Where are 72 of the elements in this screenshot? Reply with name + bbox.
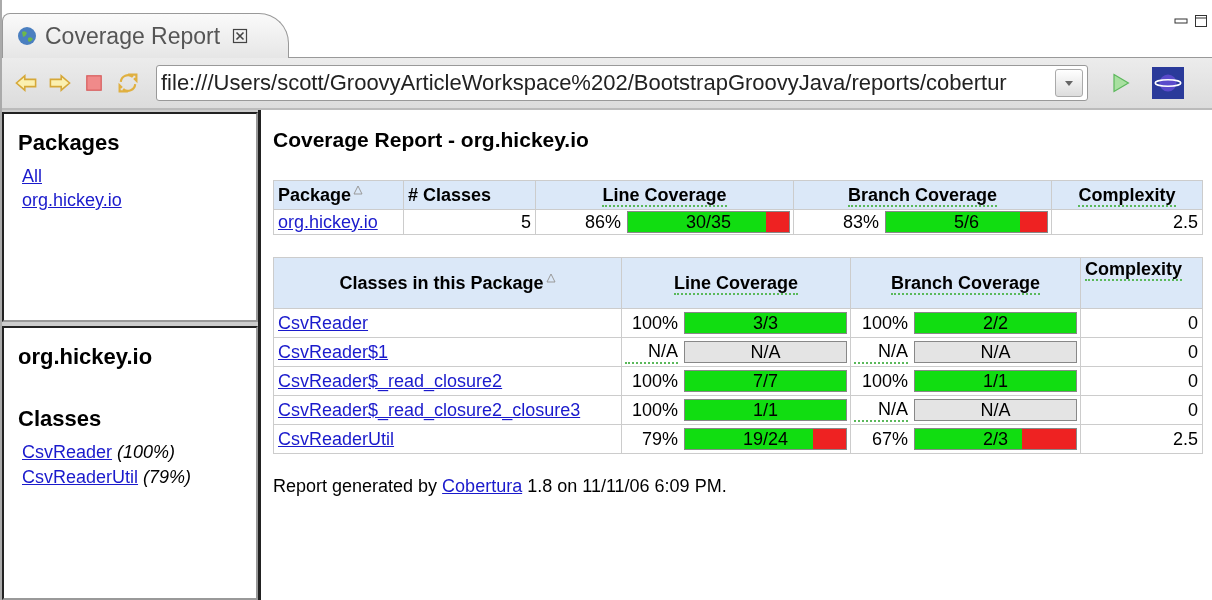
coverage-bar: 1/1	[684, 399, 847, 421]
coverage-percent: N/A	[625, 340, 678, 364]
class-link[interactable]: CsvReader	[22, 442, 113, 462]
url-field[interactable]: file:///Users/scott/GroovyArticleWorkspace%202/BootstrapGroovyJava/reports/cobertur	[156, 65, 1088, 101]
table-cell: 2.5	[1051, 209, 1203, 235]
class-link[interactable]: CsvReader	[278, 312, 369, 333]
coverage-bar: 5/6	[885, 211, 1048, 233]
table-cell: 0	[1080, 395, 1203, 425]
class-link[interactable]: CsvReaderUtil	[22, 467, 139, 487]
table-cell: 0	[1080, 366, 1203, 396]
column-header[interactable]: Line Coverage	[535, 180, 794, 210]
coverage-bar: 2/2	[914, 312, 1077, 334]
close-icon[interactable]	[232, 28, 249, 44]
coverage-percent: 83%	[841, 211, 879, 233]
coverage-bar: 30/35	[627, 211, 790, 233]
package-heading: org.hickey.io	[18, 344, 154, 370]
coverage-bar: N/A	[684, 341, 847, 363]
column-header[interactable]: Complexity	[1051, 180, 1203, 210]
coverage-percent: 100%	[630, 399, 678, 421]
orbit-icon[interactable]	[1152, 67, 1184, 99]
coverage-percent: N/A	[854, 398, 908, 422]
column-header[interactable]: Branch Coverage	[793, 180, 1052, 210]
table-cell: 0	[1080, 308, 1203, 338]
coverage-percent: 67%	[870, 428, 908, 450]
tab-title: Coverage Report	[45, 22, 221, 50]
forward-arrow-icon[interactable]	[48, 71, 72, 95]
report-title: Coverage Report - org.hickey.io	[273, 128, 590, 152]
column-header[interactable]: # Classes	[403, 180, 536, 210]
class-link[interactable]: CsvReader$1	[278, 341, 389, 362]
column-header[interactable]: Line Coverage	[621, 257, 851, 309]
footer-text: Report generated by	[273, 476, 438, 497]
coverage-bar: 1/1	[914, 370, 1077, 392]
table-cell: 5	[403, 209, 536, 235]
coverage-percent: 100%	[630, 312, 678, 334]
package-link[interactable]: org.hickey.io	[278, 211, 378, 232]
footer-text: 1.8 on 11/11/06 6:09 PM.	[527, 476, 727, 497]
coverage-percent: N/A	[854, 340, 908, 364]
coverage-bar: 2/3	[914, 428, 1077, 450]
maximize-icon[interactable]	[1194, 14, 1208, 28]
coverage-bar: N/A	[914, 399, 1077, 421]
coverage-percent: 100%	[860, 370, 908, 392]
class-link[interactable]: CsvReader$_read_closure2_closure3	[278, 399, 581, 420]
coverage-percent: 100%	[630, 370, 678, 392]
table-cell: 2.5	[1080, 424, 1203, 454]
editor-tab[interactable]: Coverage Report	[2, 13, 290, 58]
coverage-percent: (79%)	[143, 467, 192, 487]
package-link[interactable]: All	[22, 166, 238, 187]
column-header[interactable]: Classes in this Package	[273, 257, 622, 309]
coverage-bar: 3/3	[684, 312, 847, 334]
column-header[interactable]: Package	[273, 180, 404, 210]
table-cell: 0	[1080, 337, 1203, 367]
coverage-percent: (100%)	[117, 442, 176, 462]
back-arrow-icon[interactable]	[14, 71, 38, 95]
coverage-bar: N/A	[914, 341, 1077, 363]
coverage-bar: 19/24	[684, 428, 847, 450]
coverage-percent: 79%	[640, 428, 678, 450]
coverage-percent: 86%	[583, 211, 621, 233]
sort-icon[interactable]	[353, 184, 364, 195]
caret-icon[interactable]	[1064, 78, 1074, 88]
sort-icon[interactable]	[545, 272, 556, 283]
panel-heading: Classes	[18, 406, 103, 432]
cobertura-link[interactable]: Cobertura	[442, 476, 523, 497]
class-link[interactable]: CsvReader$_read_closure2	[278, 370, 503, 391]
column-header[interactable]: Complexity	[1080, 257, 1203, 309]
package-link[interactable]: org.hickey.io	[22, 190, 238, 211]
coverage-percent: 100%	[860, 312, 908, 334]
coverage-bar: 7/7	[684, 370, 847, 392]
refresh-icon[interactable]	[116, 71, 140, 95]
column-header[interactable]: Branch Coverage	[850, 257, 1081, 309]
class-link[interactable]: CsvReaderUtil	[278, 428, 395, 449]
globe-icon	[17, 26, 37, 46]
panel-heading: Packages	[18, 130, 121, 156]
